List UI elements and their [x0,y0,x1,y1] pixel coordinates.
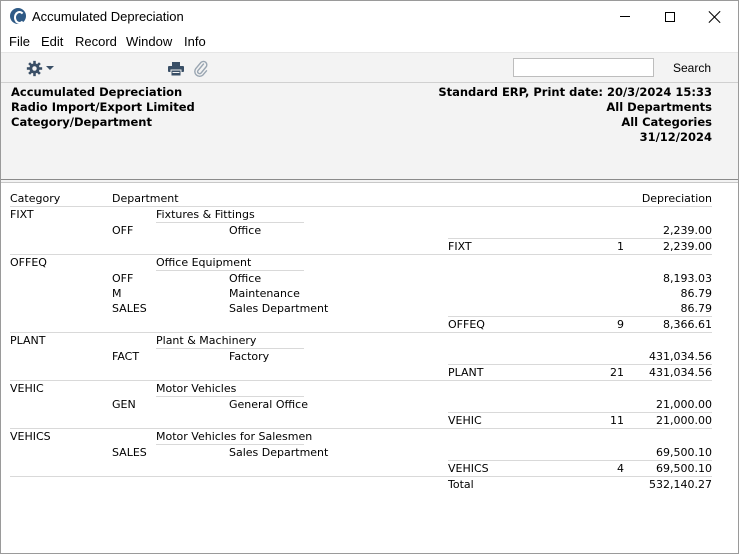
depreciation-amount: 86.79 [680,302,713,315]
app-logo-icon [10,8,26,24]
depreciation-amount: 86.79 [680,287,713,300]
menu-edit[interactable]: Edit [41,34,63,49]
total-label: Total [448,478,474,491]
chevron-down-icon[interactable] [46,66,54,70]
category-name: Fixtures & Fittings [156,208,255,221]
window-title: Accumulated Depreciation [32,9,184,24]
department-code: FACT [112,350,140,363]
department-name: Maintenance [229,287,300,300]
printer-icon[interactable] [168,62,184,76]
menu-file[interactable]: File [9,34,30,49]
category-name-underline [156,396,304,397]
group-divider [10,380,712,381]
search-button[interactable]: Search [673,61,711,75]
subtotal-count: 9 [617,318,624,331]
category-name-underline [156,222,304,223]
column-header-category: Category [10,192,61,205]
subtotal-label: PLANT [448,366,484,379]
depreciation-amount: 69,500.10 [656,446,712,459]
maximize-icon [665,11,675,22]
category-code: VEHIC [10,382,44,395]
gear-icon[interactable] [26,60,43,77]
category-name-underline [156,444,304,445]
search-input[interactable] [513,58,654,77]
menu-window[interactable]: Window [126,34,172,49]
department-name: Office [229,272,262,285]
close-icon [709,11,721,23]
category-name: Motor Vehicles for Salesmen [156,430,313,443]
category-name-underline [156,270,304,271]
depreciation-amount: 431,034.56 [649,350,712,363]
subtotal-divider [448,460,712,461]
subtotal-amount: 8,366.61 [663,318,712,331]
company-name: Radio Import/Export Limited [11,100,195,114]
subtotal-count: 21 [610,366,624,379]
subtotal-divider [448,364,712,365]
toolbar: Search [1,52,738,83]
report-body: Category Department Depreciation FIXT Fix… [1,183,738,553]
group-divider [10,428,712,429]
group-divider [10,332,712,333]
minimize-button[interactable] [602,1,648,32]
menu-info[interactable]: Info [184,34,206,49]
menu-bar: File Edit Record Window Info [1,32,738,52]
group-divider [10,254,712,255]
depreciation-amount: 8,193.03 [663,272,712,285]
department-name: Office [229,224,262,237]
subtotal-count: 1 [617,240,624,253]
paperclip-icon[interactable] [194,60,208,77]
title-bar[interactable]: Accumulated Depreciation [1,1,738,32]
department-name: Sales Department [229,302,329,315]
minimize-icon [620,16,630,17]
subtotal-amount: 431,034.56 [649,366,712,379]
subtotal-count: 4 [617,462,624,475]
category-name-underline [156,348,304,349]
category-code: PLANT [10,334,46,347]
column-header-department: Department [112,192,179,205]
department-code: M [112,287,122,300]
menu-record[interactable]: Record [75,34,117,49]
total-amount: 532,140.27 [649,478,712,491]
group-divider [10,476,712,477]
department-code: OFF [112,224,134,237]
subtotal-amount: 21,000.00 [656,414,712,427]
subtotal-amount: 69,500.10 [656,462,712,475]
department-code: SALES [112,446,147,459]
subtotal-label: FIXT [448,240,472,253]
subtotal-amount: 2,239.00 [663,240,712,253]
category-filter: All Categories [621,115,712,129]
header-divider [10,206,712,207]
subtotal-count: 11 [610,414,624,427]
report-date: 31/12/2024 [639,130,712,144]
category-code: OFFEQ [10,256,47,269]
report-header: Accumulated Depreciation Radio Import/Ex… [1,83,738,179]
close-button[interactable] [692,1,738,32]
department-name: General Office [229,398,308,411]
subtotal-divider [448,316,712,317]
department-filter: All Departments [606,100,712,114]
subtotal-label: OFFEQ [448,318,485,331]
subtotal-label: VEHIC [448,414,482,427]
department-code: OFF [112,272,134,285]
department-code: GEN [112,398,136,411]
subtotal-divider [448,412,712,413]
category-code: VEHICS [10,430,51,443]
department-name: Sales Department [229,446,329,459]
category-name: Plant & Machinery [156,334,257,347]
category-name: Motor Vehicles [156,382,237,395]
print-info: Standard ERP, Print date: 20/3/2024 15:3… [438,85,712,99]
depreciation-amount: 2,239.00 [663,224,712,237]
report-grouping: Category/Department [11,115,152,129]
department-name: Factory [229,350,270,363]
department-code: SALES [112,302,147,315]
subtotal-divider [448,238,712,239]
report-window: Accumulated Depreciation File Edit Recor… [0,0,739,554]
category-code: FIXT [10,208,34,221]
column-header-depreciation: Depreciation [641,192,712,205]
report-title: Accumulated Depreciation [11,85,183,99]
maximize-button[interactable] [647,1,693,32]
depreciation-amount: 21,000.00 [656,398,712,411]
subtotal-label: VEHICS [448,462,489,475]
category-name: Office Equipment [156,256,252,269]
